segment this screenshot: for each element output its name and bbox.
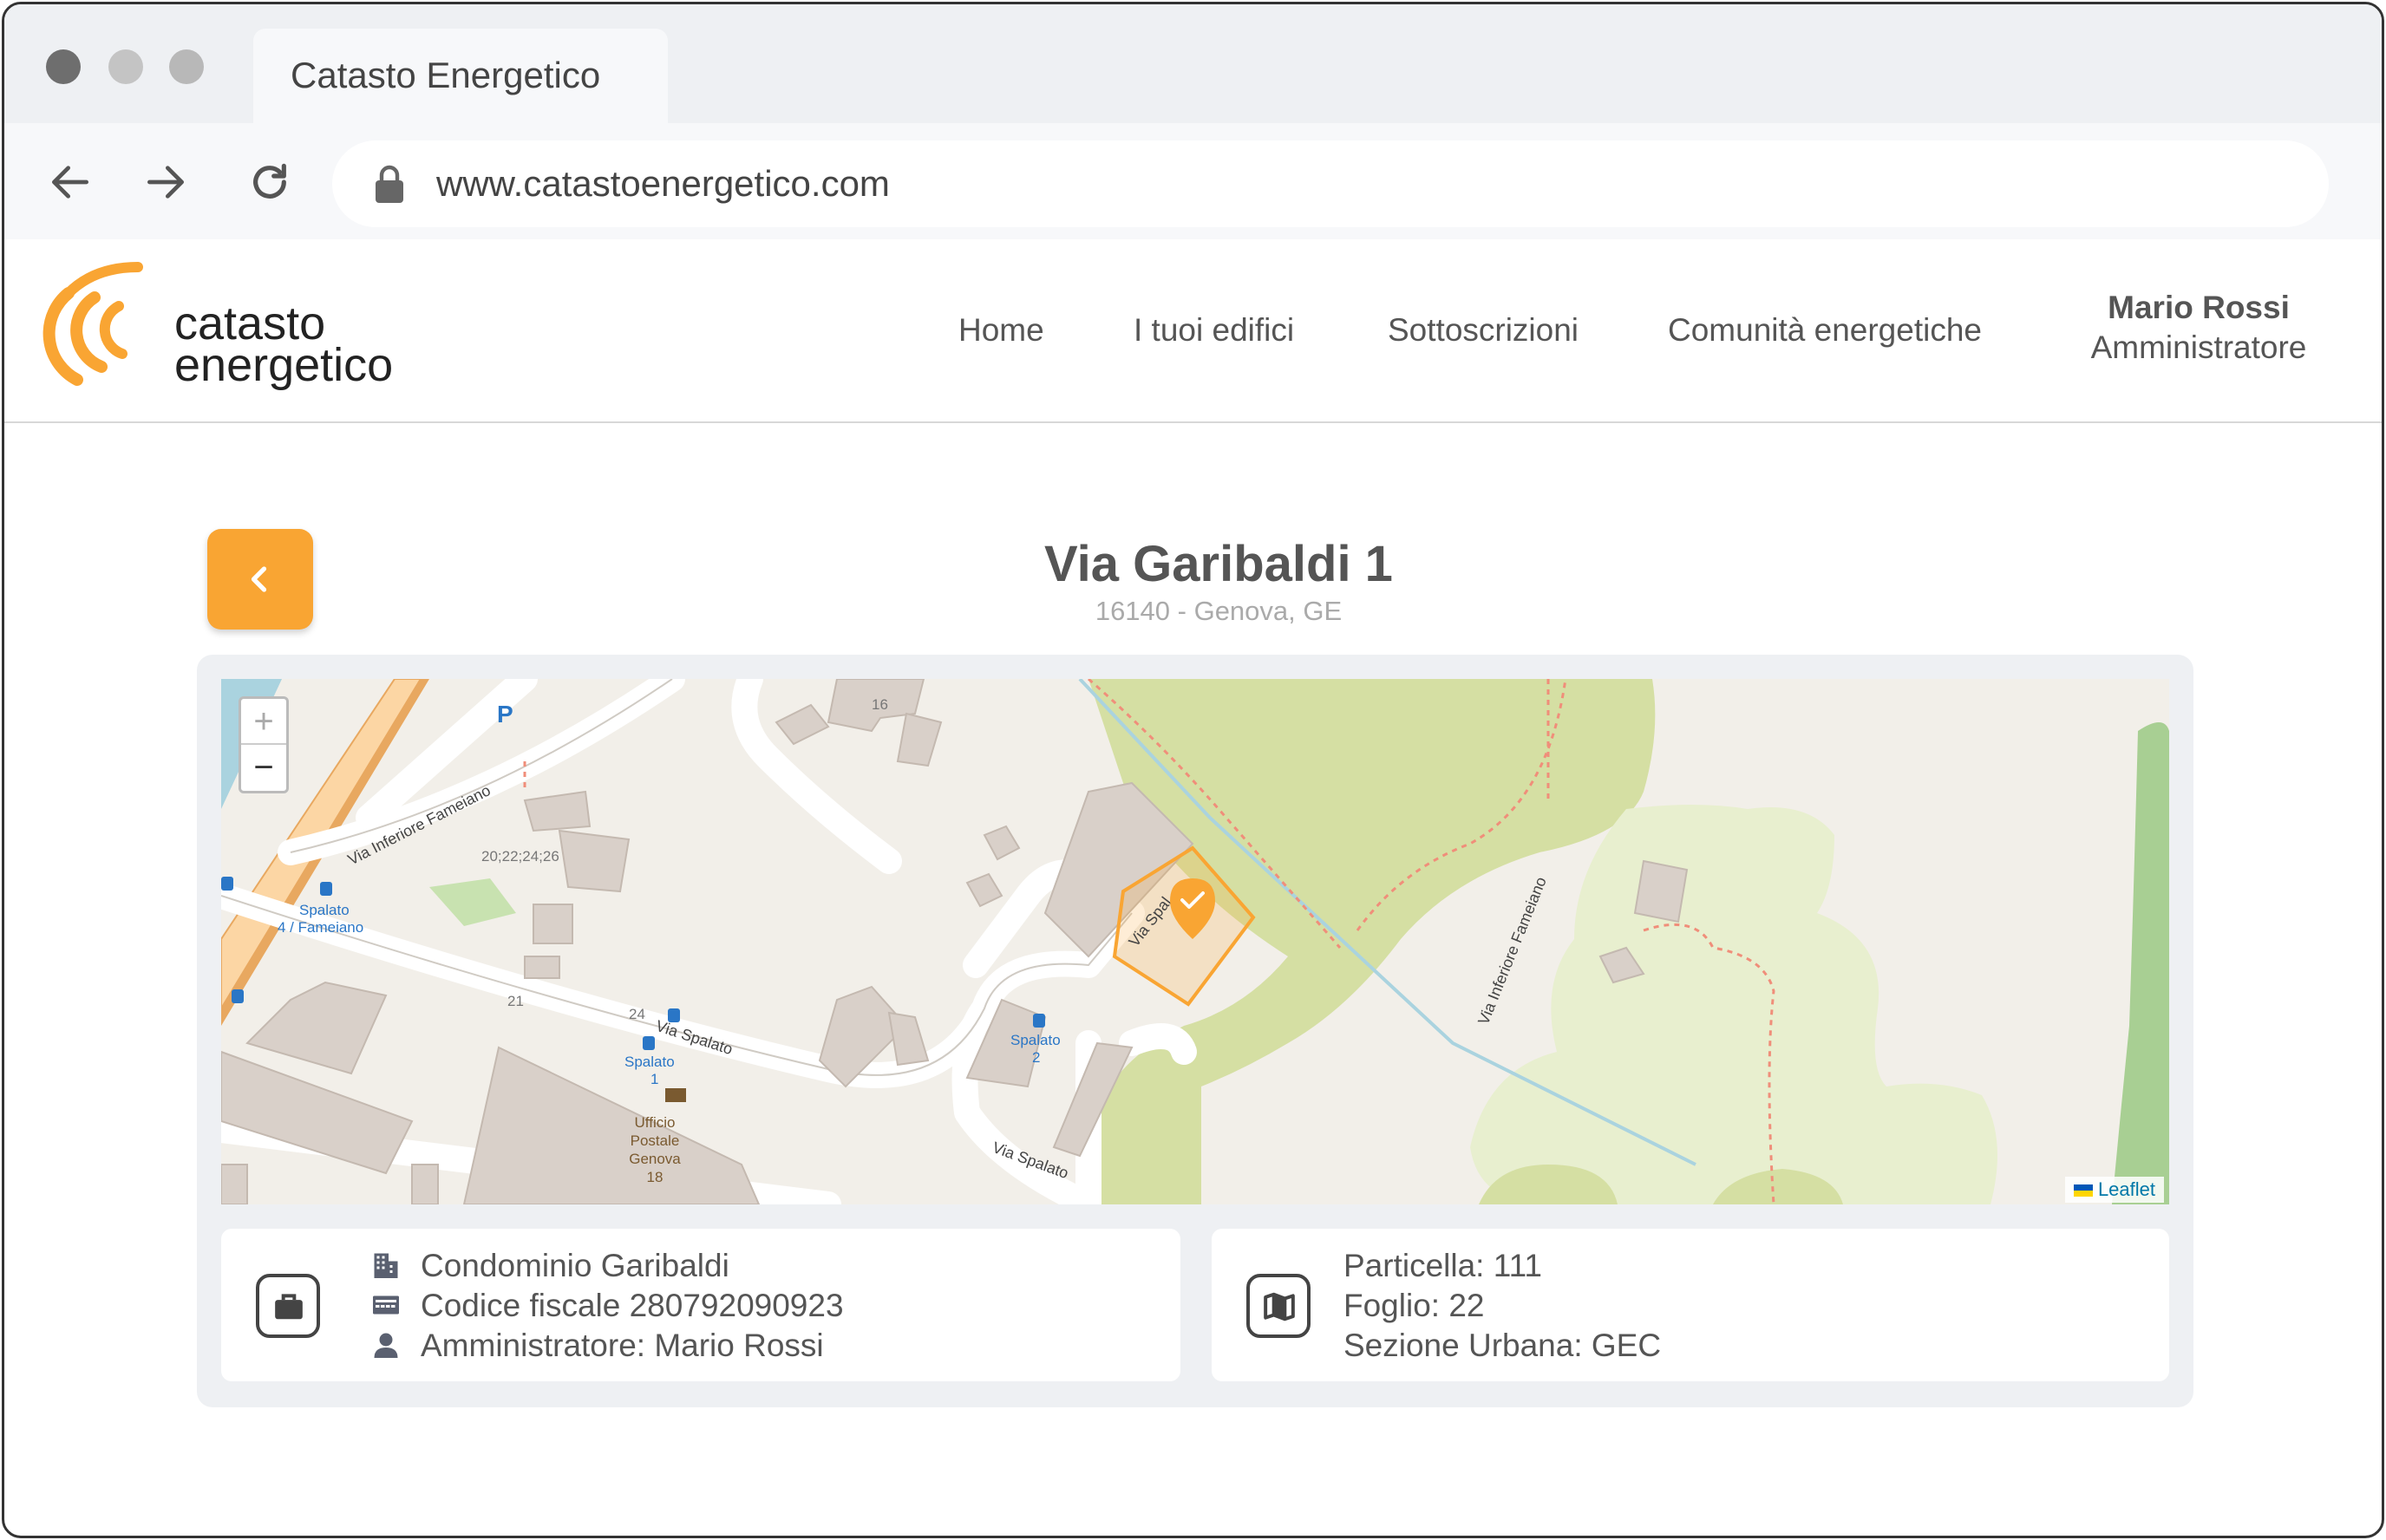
back-button[interactable] bbox=[207, 529, 313, 630]
browser-tab[interactable]: Catasto Energetico bbox=[253, 29, 668, 123]
window-close-dot[interactable] bbox=[46, 49, 81, 84]
ukraine-flag-icon bbox=[2073, 1184, 2093, 1197]
map-label-post-1: Ufficio bbox=[635, 1114, 676, 1131]
browser-toolbar: www.catastoenergetico.com bbox=[4, 123, 2382, 239]
map-attribution[interactable]: Leaflet bbox=[2064, 1177, 2164, 1203]
back-arrow-icon[interactable] bbox=[46, 158, 95, 206]
browser-tabstrip: Catasto Energetico bbox=[4, 4, 2382, 123]
bus-stop-icon bbox=[221, 877, 233, 891]
building-icon bbox=[370, 1250, 402, 1281]
map-label-number-4: 24 bbox=[629, 1006, 645, 1022]
map-label-stop-2a: Spalato bbox=[624, 1054, 675, 1070]
bus-stop-icon bbox=[643, 1036, 655, 1050]
briefcase-icon bbox=[256, 1274, 320, 1338]
map-icon bbox=[1246, 1274, 1311, 1338]
map-label-stop-3a: Spalato bbox=[1010, 1032, 1061, 1048]
map-label-post-2: Postale bbox=[631, 1132, 680, 1149]
post-office-icon bbox=[665, 1088, 686, 1102]
logo-waves-icon bbox=[42, 262, 143, 386]
bus-stop-icon bbox=[668, 1008, 680, 1022]
nav-sottoscrizioni[interactable]: Sottoscrizioni bbox=[1388, 312, 1579, 349]
user-name: Mario Rossi bbox=[2108, 290, 2290, 325]
condominium-card: Condominio Garibaldi Codice fiscale 2807… bbox=[221, 1229, 1180, 1381]
forest-area bbox=[1470, 805, 1997, 1204]
map-label-street-5: Via Inferiore Fameiano bbox=[1474, 874, 1550, 1027]
map-label-number-1: 16 bbox=[872, 696, 888, 713]
nav-comunita-energetiche[interactable]: Comunità energetiche bbox=[1668, 312, 1982, 349]
leaflet-link[interactable]: Leaflet bbox=[2098, 1178, 2155, 1200]
person-icon bbox=[370, 1329, 402, 1361]
site-header: catasto energetico Home I tuoi edifici S… bbox=[4, 239, 2382, 423]
map-label-stop-2b: 1 bbox=[650, 1071, 658, 1087]
chevron-left-icon bbox=[251, 566, 267, 592]
browser-window: Catasto Energetico www.catastoenergetico… bbox=[2, 2, 2384, 1538]
administrator: Amministratore: Mario Rossi bbox=[421, 1328, 824, 1363]
foglio-row: Foglio: 22 bbox=[1343, 1288, 1485, 1323]
map-label-stop-3b: 2 bbox=[1032, 1049, 1040, 1066]
bus-stop-icon bbox=[232, 989, 244, 1003]
map-tiles: Via Inferiore Fameiano Via Spalato Via S… bbox=[221, 679, 2169, 1204]
map[interactable]: Via Inferiore Fameiano Via Spalato Via S… bbox=[221, 679, 2169, 1204]
condominium-name-row: Condominio Garibaldi bbox=[370, 1246, 729, 1286]
map-label-stop-1b: 4 / Fameiano bbox=[278, 919, 363, 936]
sezione-urbana-row: Sezione Urbana: GEC bbox=[1343, 1328, 1662, 1363]
url-text: www.catastoenergetico.com bbox=[436, 163, 890, 204]
bus-stop-icon bbox=[320, 882, 332, 896]
fiscal-code-row: Codice fiscale 280792090923 bbox=[370, 1286, 844, 1326]
logo-text-energetico: energetico bbox=[174, 339, 394, 391]
window-minimize-dot[interactable] bbox=[108, 49, 143, 84]
user-role: Amministratore bbox=[2090, 330, 2307, 365]
particella-row: Particella: 111 bbox=[1343, 1248, 1542, 1283]
forward-arrow-icon[interactable] bbox=[141, 158, 190, 206]
map-label-parking: P bbox=[497, 701, 513, 728]
lock-icon bbox=[372, 165, 407, 203]
map-label-post-4: 18 bbox=[647, 1169, 664, 1185]
page-subtitle: 16140 - Genova, GE bbox=[1095, 596, 1343, 626]
condominium-name: Condominio Garibaldi bbox=[421, 1248, 729, 1283]
administrator-row: Amministratore: Mario Rossi bbox=[370, 1326, 824, 1366]
fiscal-code: Codice fiscale 280792090923 bbox=[421, 1288, 844, 1323]
window-maximize-dot[interactable] bbox=[169, 49, 204, 84]
zoom-control: + − bbox=[239, 696, 289, 793]
map-label-post-3: Genova bbox=[629, 1151, 681, 1167]
reload-icon[interactable] bbox=[245, 158, 294, 206]
bus-stop-icon bbox=[1033, 1014, 1045, 1028]
map-label-stop-1a: Spalato bbox=[299, 902, 350, 918]
woods-edge bbox=[2112, 722, 2169, 1204]
building-panel: Via Inferiore Fameiano Via Spalato Via S… bbox=[197, 655, 2193, 1407]
cadastral-card: Particella: 111 Foglio: 22 Sezione Urban… bbox=[1212, 1229, 2169, 1381]
nav-home[interactable]: Home bbox=[958, 312, 1044, 349]
zoom-out-button[interactable]: − bbox=[241, 745, 286, 791]
map-label-number-2: 20;22;24;26 bbox=[481, 848, 559, 865]
id-card-icon bbox=[370, 1289, 402, 1321]
user-menu[interactable]: Mario Rossi Amministratore bbox=[2069, 288, 2329, 368]
address-bar[interactable]: www.catastoenergetico.com bbox=[332, 140, 2329, 227]
map-label-number-3: 21 bbox=[507, 993, 524, 1009]
catasto-energetico-logo[interactable]: catasto energetico bbox=[42, 258, 441, 406]
page-title: Via Garibaldi 1 bbox=[1044, 536, 1393, 592]
zoom-in-button[interactable]: + bbox=[241, 699, 286, 745]
nav-i-tuoi-edifici[interactable]: I tuoi edifici bbox=[1134, 312, 1294, 349]
garden-patch bbox=[429, 878, 516, 926]
